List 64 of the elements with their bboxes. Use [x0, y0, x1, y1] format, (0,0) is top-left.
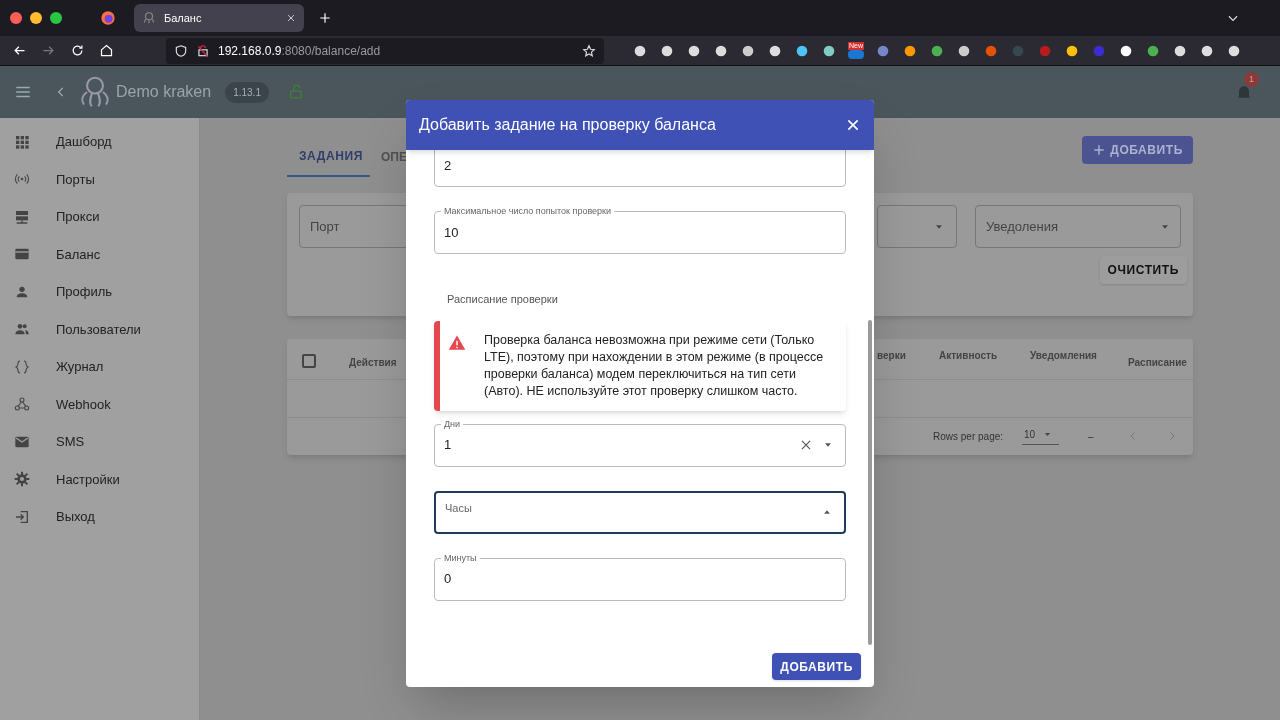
dialog-title: Добавить задание на проверку баланса: [419, 115, 717, 135]
browser-tab[interactable]: Баланс: [134, 4, 304, 32]
alert-text: Проверка баланса невозможна при режиме сети (Только LTE), поэтому при нахождении в этом режиме (в процессе проверки баланса) модем переключиться на тип сети (Авто). НЕ используйте этот проверку слишком часто.: [484, 331, 825, 400]
column-header: Расписание: [1128, 356, 1187, 370]
sidebar-item[interactable]: Баланс: [0, 235, 199, 273]
close-icon[interactable]: [286, 13, 296, 23]
column-header: Действия: [349, 356, 397, 370]
braces-icon: [14, 358, 30, 375]
column-header: верки: [877, 349, 906, 363]
sidebar-item[interactable]: Дашборд: [0, 123, 199, 161]
rows-per-page-select[interactable]: 10: [1022, 425, 1059, 445]
tab[interactable]: ЗАДАНИЯ: [287, 136, 370, 177]
settings-icon: [14, 471, 30, 488]
clear-icon[interactable]: [799, 438, 813, 452]
sidebar-item[interactable]: Пользователи: [0, 310, 199, 348]
star-icon[interactable]: [582, 43, 596, 58]
webhook-icon: [14, 396, 30, 413]
sidebar-item[interactable]: Профиль: [0, 273, 199, 311]
new-tab-icon[interactable]: [318, 11, 332, 25]
exit-icon: [14, 508, 30, 525]
sidebar-item[interactable]: Выход: [0, 498, 199, 536]
clear-button[interactable]: ОЧИСТИТЬ: [1099, 256, 1187, 284]
octopus-icon: [142, 11, 156, 25]
address-bar[interactable]: 192.168.0.9:8080/balance/add: [166, 37, 604, 64]
section-title: Расписание проверки: [447, 292, 559, 307]
window-control[interactable]: [10, 12, 22, 24]
app-title: Demo kraken: [116, 82, 212, 102]
field-label: Максимальное число попыток проверки: [441, 205, 615, 217]
reload-icon[interactable]: [70, 43, 85, 58]
url-text: 192.168.0.9:8080/balance/add: [218, 42, 382, 60]
sidebar-item[interactable]: Порты: [0, 160, 199, 198]
select-field[interactable]: Уведоления: [975, 205, 1181, 248]
version-badge: 1.13.1: [225, 81, 269, 103]
lock-icon: [196, 43, 210, 58]
add-button[interactable]: ДОБАВИТЬ: [1082, 136, 1193, 164]
sidebar-item[interactable]: SMS: [0, 423, 199, 461]
sidebar-item[interactable]: Прокси: [0, 198, 199, 236]
page-range: –: [1088, 430, 1094, 444]
plus-icon: [1092, 143, 1107, 157]
rows-per-page-label: Rows per page:: [933, 430, 1004, 444]
server-icon: [14, 208, 30, 225]
select-field[interactable]: [877, 205, 957, 248]
close-icon[interactable]: [845, 117, 861, 133]
sidebar-item[interactable]: Настройки: [0, 460, 199, 498]
sidebar-item[interactable]: Webhook: [0, 385, 199, 423]
sidebar-item[interactable]: Журнал: [0, 348, 199, 386]
browser-logo-icon: [100, 10, 116, 26]
input-field[interactable]: 2: [434, 150, 846, 187]
window-control[interactable]: [50, 12, 62, 24]
warning-icon: [448, 333, 466, 352]
select-field[interactable]: Часы: [434, 490, 846, 534]
column-header: Активность: [939, 349, 998, 363]
tab-title: Баланс: [164, 10, 203, 26]
shield-icon: [174, 43, 188, 58]
forward-icon[interactable]: [41, 43, 56, 58]
checkbox[interactable]: [302, 354, 316, 368]
window-control[interactable]: [30, 12, 42, 24]
home-icon[interactable]: [99, 43, 114, 58]
back-icon[interactable]: [12, 43, 27, 58]
dropdown-arrow-icon: [1043, 430, 1053, 439]
column-header: Уведомления: [1030, 349, 1097, 363]
grid-icon: [14, 133, 30, 150]
add-button[interactable]: ДОБАВИТЬ: [772, 653, 861, 680]
notification-count: 1: [1244, 72, 1259, 87]
